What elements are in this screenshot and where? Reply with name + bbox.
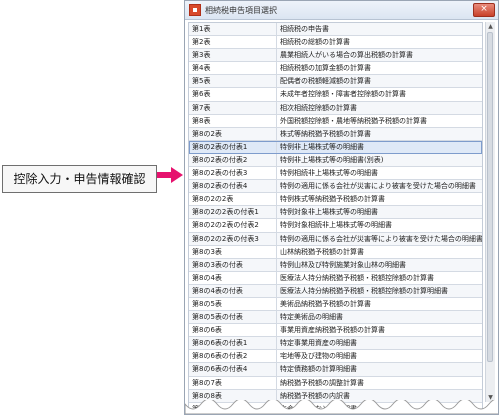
list-item[interactable]: 第8の6表の付表1 特定事業用資産の明細書 [189, 337, 482, 351]
list-item[interactable]: 第8の6表 事業用資産納税猶予税額の計算書 [189, 324, 482, 338]
form-code-cell: 第8の6表の付表1 [189, 337, 277, 350]
list-item[interactable]: 第8の4表の付表 医療法人持分納税猶予税額・税額控除額の計算明細書 [189, 284, 482, 298]
app-icon [189, 4, 201, 16]
dialog-title: 相続税申告項目選択 [205, 5, 277, 15]
form-name-cell: 医療法人持分納税猶予税額・税額控除額の計算明細書 [280, 286, 448, 295]
form-name-cell: 事業用資産納税猶予税額の計算書 [280, 326, 385, 335]
item-select-dialog: 相続税申告項目選択 × 第1表 相続税の申告書 第2表 相続税の総額の計算書 第3表 農業… [184, 0, 499, 415]
form-name-cell: 特例非上場株式等の明細書 [280, 142, 364, 151]
form-code-cell: 第8の5表 [189, 297, 277, 311]
list-item[interactable]: 第8の2の2表 特例株式等納税猶予税額の計算書 [189, 193, 482, 207]
list-item[interactable]: 第8の3表 山林納税猶予税額の計算書 [189, 245, 482, 259]
form-name-cell: 未成年者控除額・障害者控除額の計算書 [280, 90, 406, 99]
form-code-cell: 第8の5表の付表 [189, 311, 277, 324]
form-code-cell: 第8の6表の付表2 [189, 350, 277, 363]
form-code-cell: 第8の6表 [189, 324, 277, 337]
form-code-cell: 第6表 [189, 88, 277, 101]
list-item[interactable]: 第8の2の2表の付表2 特例対象相続非上場株式等の明細書 [189, 219, 482, 233]
form-code-cell: 第8の2の2表の付表3 [189, 232, 277, 245]
form-code-cell: 第8の2表の付表2 [189, 153, 277, 167]
torn-edge-decoration [185, 400, 498, 414]
form-code-cell: 第8表 [189, 114, 277, 127]
form-name-cell: 相続税額の加算金額の計算書 [280, 64, 371, 73]
form-name-cell: 相続税の申告書 [280, 25, 329, 33]
vertical-scrollbar[interactable]: ▲ ▼ [485, 22, 495, 402]
form-code-cell: 第3表 [189, 49, 277, 62]
form-code-cell: 第8の7表 [189, 376, 277, 389]
list-item[interactable]: 第8の2の2表の付表1 特例対象非上場株式等の明細書 [189, 206, 482, 220]
form-name-cell: 株式等納税猶予税額の計算書 [280, 129, 371, 138]
list-item[interactable]: 第8の2表の付表3 特例相続非上場株式等の明細書 [189, 167, 482, 181]
list-item[interactable]: 第8表 外国税額控除額・農地等納税猶予税額の計算書 [189, 114, 482, 128]
form-name-cell: 特例相続非上場株式等の明細書 [280, 169, 378, 178]
scroll-thumb[interactable] [487, 32, 493, 362]
form-name-cell: 山林納税猶予税額の計算書 [280, 247, 364, 256]
form-name-cell: 外国税額控除額・農地等納税猶予税額の計算書 [280, 116, 427, 125]
form-name-cell: 納税猶予税額の調整計算書 [280, 378, 364, 387]
form-code-cell: 第4表 [189, 62, 277, 75]
form-name-cell: 特例株式等納税猶予税額の計算書 [280, 195, 385, 204]
scroll-up-icon[interactable]: ▲ [486, 22, 495, 31]
list-item[interactable]: 第8の2の2表の付表3 特例の適用に係る会社が災害等により被害を受けた場合の明細書 [189, 232, 482, 246]
form-name-cell: 特例山林及び特例施業対象山林の明細書 [280, 260, 406, 269]
form-name-cell: 医療法人持分納税猶予税額・税額控除額の計算書 [280, 273, 434, 282]
form-item-list: 第1表 相続税の申告書 第2表 相続税の総額の計算書 第3表 農業相続人がいる場合の算出税… [188, 22, 483, 414]
form-code-cell: 第8の4表 [189, 271, 277, 284]
form-name-cell: 農業相続人がいる場合の算出税額の計算書 [280, 51, 413, 60]
form-code-cell: 第1表 [189, 23, 277, 36]
form-code-cell: 第8の2の2表の付表2 [189, 219, 277, 232]
list-item[interactable]: 第8の3表の付表 特例山林及び特例施業対象山林の明細書 [189, 258, 482, 272]
form-name-cell: 相続税の総額の計算書 [280, 38, 350, 47]
list-item[interactable]: 第7表 相次相続控除額の計算書 [189, 101, 482, 115]
form-name-cell: 特定債務額の計算明細書 [280, 365, 357, 374]
list-item[interactable]: 第8の2表 株式等納税猶予税額の計算書 [189, 127, 482, 141]
form-name-cell: 相次相続控除額の計算書 [280, 103, 357, 112]
list-item[interactable]: 第8の2表の付表2 特例非上場株式等の明細書(別表) [189, 153, 482, 168]
list-item[interactable]: 第3表 農業相続人がいる場合の算出税額の計算書 [189, 49, 482, 63]
form-name-cell: 特例非上場株式等の明細書(別表) [280, 155, 384, 164]
list-item[interactable]: 第1表 相続税の申告書 [189, 23, 482, 37]
list-item[interactable]: 第8の2表の付表1 特例非上場株式等の明細書 [189, 140, 482, 154]
form-code-cell: 第8の2の2表の付表1 [189, 206, 277, 219]
form-code-cell: 第7表 [189, 101, 277, 114]
form-name-cell: 特例対象非上場株式等の明細書 [280, 208, 378, 217]
form-name-cell: 特例対象相続非上場株式等の明細書 [280, 221, 392, 230]
screenshot-page: 控除入力・申告情報確認 相続税申告項目選択 × 第1表 相続税の申告書 第2表 相続税… [0, 0, 501, 415]
list-item[interactable]: 第8の6表の付表2 宅地等及び建物の明細書 [189, 350, 482, 364]
form-name-cell: 宅地等及び建物の明細書 [280, 352, 357, 361]
list-item[interactable]: 第5表 配偶者の税額軽減額の計算書 [189, 75, 482, 89]
form-code-cell: 第2表 [189, 36, 277, 49]
form-code-cell: 第8の2の2表 [189, 193, 277, 206]
close-button[interactable]: × [473, 3, 495, 17]
list-item[interactable]: 第8の7表 納税猶予税額の調整計算書 [189, 376, 482, 390]
form-code-cell: 第8の2表の付表4 [189, 180, 277, 193]
title-bar: 相続税申告項目選択 × [185, 1, 498, 20]
list-item[interactable]: 第8の2表の付表4 特例の適用に係る会社が災害により被害を受けた場合の明細書 [189, 180, 482, 194]
list-item[interactable]: 第8の5表の付表 特定美術品の明細書 [189, 311, 482, 325]
list-item[interactable]: 第8の4表 医療法人持分納税猶予税額・税額控除額の計算書 [189, 271, 482, 285]
form-code-cell: 第8の2表 [189, 127, 277, 140]
form-name-cell: 特定事業用資産の明細書 [280, 339, 357, 348]
list-item[interactable]: 第8の5表 美術品納税猶予税額の計算書 [189, 297, 482, 312]
form-code-cell: 第5表 [189, 75, 277, 88]
list-item[interactable]: 第8の6表の付表4 特定債務額の計算明細書 [189, 363, 482, 377]
list-item[interactable]: 第4表 相続税額の加算金額の計算書 [189, 62, 482, 76]
form-name-cell: 特例の適用に係る会社が災害により被害を受けた場合の明細書 [280, 182, 476, 191]
form-code-cell: 第8の6表の付表4 [189, 363, 277, 376]
form-code-cell: 第8の2表の付表3 [189, 167, 277, 180]
form-code-cell: 第8の4表の付表 [189, 284, 277, 297]
form-code-cell: 第8の3表 [189, 245, 277, 258]
callout-arrow-icon [157, 167, 183, 183]
form-code-cell: 第8の3表の付表 [189, 258, 277, 271]
form-name-cell: 特定美術品の明細書 [280, 313, 343, 322]
callout-label: 控除入力・申告情報確認 [2, 165, 157, 193]
form-name-cell: 特例の適用に係る会社が災害等により被害を受けた場合の明細書 [280, 234, 482, 243]
form-name-cell: 美術品納税猶予税額の計算書 [280, 299, 371, 308]
form-code-cell: 第8の2表の付表1 [189, 140, 277, 153]
list-item[interactable]: 第6表 未成年者控除額・障害者控除額の計算書 [189, 88, 482, 102]
list-item[interactable]: 第2表 相続税の総額の計算書 [189, 36, 482, 50]
form-name-cell: 配偶者の税額軽減額の計算書 [280, 77, 371, 86]
